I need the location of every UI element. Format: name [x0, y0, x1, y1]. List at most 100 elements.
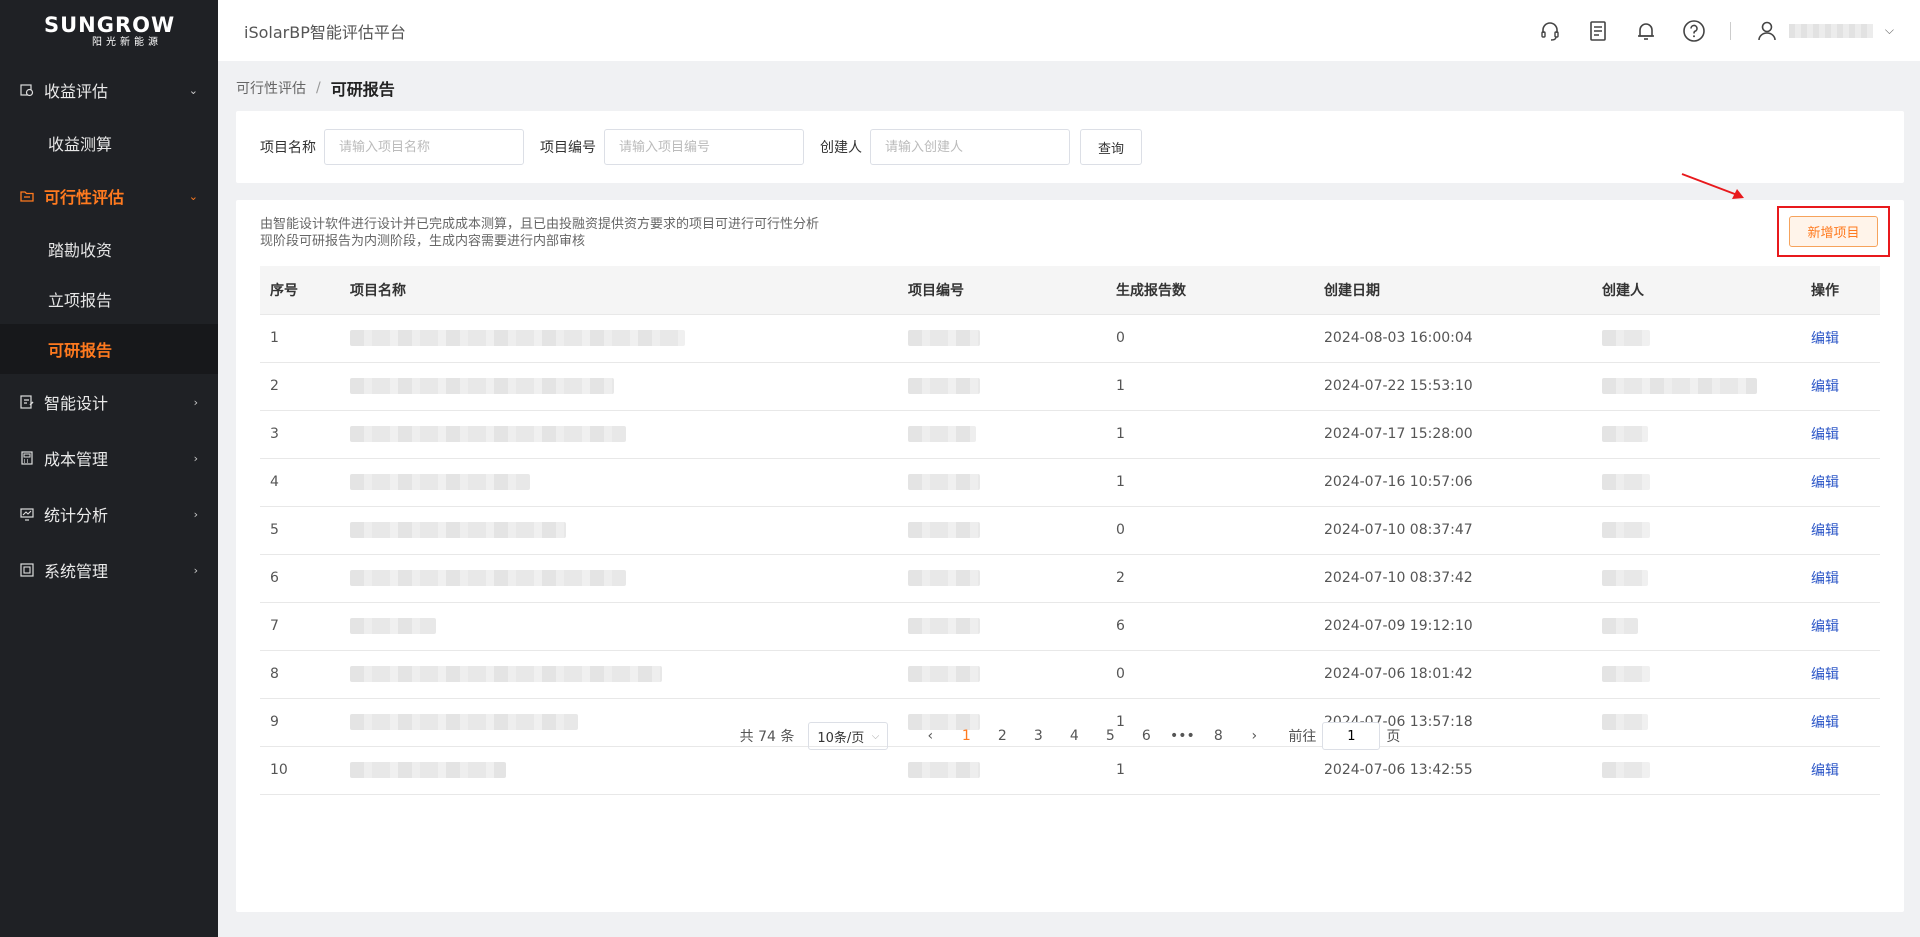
chevron-right-icon: ›	[193, 507, 198, 521]
page-button-3[interactable]: 3	[1020, 728, 1056, 744]
goto-suffix: 页	[1386, 729, 1401, 745]
table-row: 5 0 2024-07-10 08:37:47 编辑	[260, 506, 1880, 555]
action-cell: 编辑	[1801, 314, 1880, 363]
action-cell: 编辑	[1801, 458, 1880, 507]
edit-link[interactable]: 编辑	[1811, 571, 1839, 587]
project-name-redacted	[340, 362, 898, 411]
chevron-right-icon: ›	[193, 563, 198, 577]
table-row: 3 1 2024-07-17 15:28:00 编辑	[260, 410, 1880, 459]
created-date: 2024-07-09 19:12:10	[1314, 602, 1592, 651]
brand-logo[interactable]: SUNGROW 阳光新能源	[0, 0, 218, 62]
menu-group-cost[interactable]: 成本管理 ›	[0, 430, 218, 486]
cost-icon	[20, 451, 34, 465]
project-name-redacted	[340, 554, 898, 603]
project-code-input[interactable]	[604, 129, 804, 165]
page-button-6[interactable]: 6	[1128, 728, 1164, 744]
notice-line-2: 现阶段可研报告为内测阶段，生成内容需要进行内部审核	[260, 234, 586, 249]
edit-link[interactable]: 编辑	[1811, 619, 1839, 635]
menu-group-revenue[interactable]: 收益评估 ⌄	[0, 62, 218, 118]
design-icon	[20, 395, 34, 409]
chevron-down-icon: ⌄	[188, 83, 198, 97]
page-button-4[interactable]: 4	[1056, 728, 1092, 744]
total-count: 共 74 条	[739, 729, 795, 745]
notice-line-1: 由智能设计软件进行设计并已完成成本测算，且已由投融资提供资方要求的项目可进行可行…	[260, 217, 820, 232]
sidebar-item-revenue-calc[interactable]: 收益测算	[0, 118, 218, 168]
user-avatar-icon[interactable]	[1755, 19, 1779, 43]
page-button-8[interactable]: 8	[1200, 728, 1236, 744]
project-name-input[interactable]	[324, 129, 524, 165]
project-name-redacted	[340, 746, 898, 795]
edit-link[interactable]: 编辑	[1811, 427, 1839, 443]
brand-name: SUNGROW	[44, 12, 176, 37]
created-date: 2024-07-16 10:57:06	[1314, 458, 1592, 507]
menu-group-stats[interactable]: 统计分析 ›	[0, 486, 218, 542]
project-name-redacted	[340, 410, 898, 459]
project-name-redacted	[340, 650, 898, 699]
headset-icon[interactable]	[1538, 19, 1562, 43]
creator-redacted	[1592, 650, 1801, 699]
edit-link[interactable]: 编辑	[1811, 475, 1839, 491]
report-count: 1	[1106, 362, 1314, 411]
prev-page-button[interactable]: ‹	[912, 728, 948, 744]
edit-link[interactable]: 编辑	[1811, 523, 1839, 539]
bell-icon[interactable]	[1634, 19, 1658, 43]
report-count: 2	[1106, 554, 1314, 603]
brand-tagline: 阳光新能源	[92, 36, 162, 48]
user-name-redacted[interactable]	[1788, 23, 1873, 38]
column-header-count: 生成报告数	[1106, 266, 1314, 315]
action-cell: 编辑	[1801, 650, 1880, 699]
breadcrumb-parent[interactable]: 可行性评估	[236, 78, 306, 98]
action-cell: 编辑	[1801, 554, 1880, 603]
add-project-button[interactable]: 新增项目	[1789, 216, 1878, 247]
report-count: 1	[1106, 746, 1314, 795]
created-date: 2024-07-10 08:37:42	[1314, 554, 1592, 603]
column-header-index: 序号	[260, 266, 340, 315]
page-button-5[interactable]: 5	[1092, 728, 1128, 744]
page-button-2[interactable]: 2	[984, 728, 1020, 744]
project-name-redacted	[340, 602, 898, 651]
created-date: 2024-07-17 15:28:00	[1314, 410, 1592, 459]
chevron-right-icon: ›	[193, 395, 198, 409]
creator-redacted	[1592, 506, 1801, 555]
edit-link[interactable]: 编辑	[1811, 379, 1839, 395]
table-header-row: 序号 项目名称 项目编号 生成报告数 创建日期 创建人 操作	[260, 266, 1880, 315]
page-button-1[interactable]: 1	[948, 728, 984, 744]
creator-redacted	[1592, 746, 1801, 795]
next-page-button[interactable]: ›	[1236, 728, 1272, 744]
sidebar-item-survey[interactable]: 踏勘收资	[0, 224, 218, 274]
project-name-redacted	[340, 458, 898, 507]
report-count: 0	[1106, 314, 1314, 363]
chevron-down-icon[interactable]: ⌵	[1885, 23, 1894, 38]
page-ellipsis[interactable]: •••	[1164, 728, 1200, 744]
creator-input[interactable]	[870, 129, 1070, 165]
menu-group-design[interactable]: 智能设计 ›	[0, 374, 218, 430]
row-index: 5	[260, 506, 340, 555]
edit-link[interactable]: 编辑	[1811, 763, 1839, 779]
sidebar-item-project-report[interactable]: 立项报告	[0, 274, 218, 324]
project-code-redacted	[898, 506, 1106, 555]
header-divider	[1729, 21, 1731, 40]
menu-group-label: 智能设计	[44, 394, 109, 413]
created-date: 2024-08-03 16:00:04	[1314, 314, 1592, 363]
top-header: iSolarBP智能评估平台 ⌵	[218, 0, 1920, 61]
menu-group-feasibility[interactable]: 可行性评估 ⌄	[0, 168, 218, 224]
row-index: 8	[260, 650, 340, 699]
stats-icon	[20, 507, 34, 521]
app-title: iSolarBP智能评估平台	[244, 22, 406, 42]
document-icon[interactable]	[1586, 19, 1610, 43]
project-code-label: 项目编号	[540, 140, 596, 156]
sidebar-item-feasibility-report[interactable]: 可研报告	[0, 324, 218, 374]
menu-group-system[interactable]: 系统管理 ›	[0, 542, 218, 598]
row-index: 2	[260, 362, 340, 411]
help-icon[interactable]	[1682, 19, 1706, 43]
edit-link[interactable]: 编辑	[1811, 667, 1839, 683]
created-date: 2024-07-10 08:37:47	[1314, 506, 1592, 555]
revenue-icon	[20, 83, 34, 97]
query-button[interactable]: 查询	[1080, 129, 1142, 165]
table-row: 2 1 2024-07-22 15:53:10 编辑	[260, 362, 1880, 411]
search-panel: 项目名称 项目编号 创建人 查询	[236, 111, 1904, 183]
page-size-select[interactable]: 10条/页 ⌵	[808, 722, 889, 750]
report-count: 1	[1106, 458, 1314, 507]
edit-link[interactable]: 编辑	[1811, 331, 1839, 347]
goto-page-input[interactable]	[1322, 722, 1381, 750]
